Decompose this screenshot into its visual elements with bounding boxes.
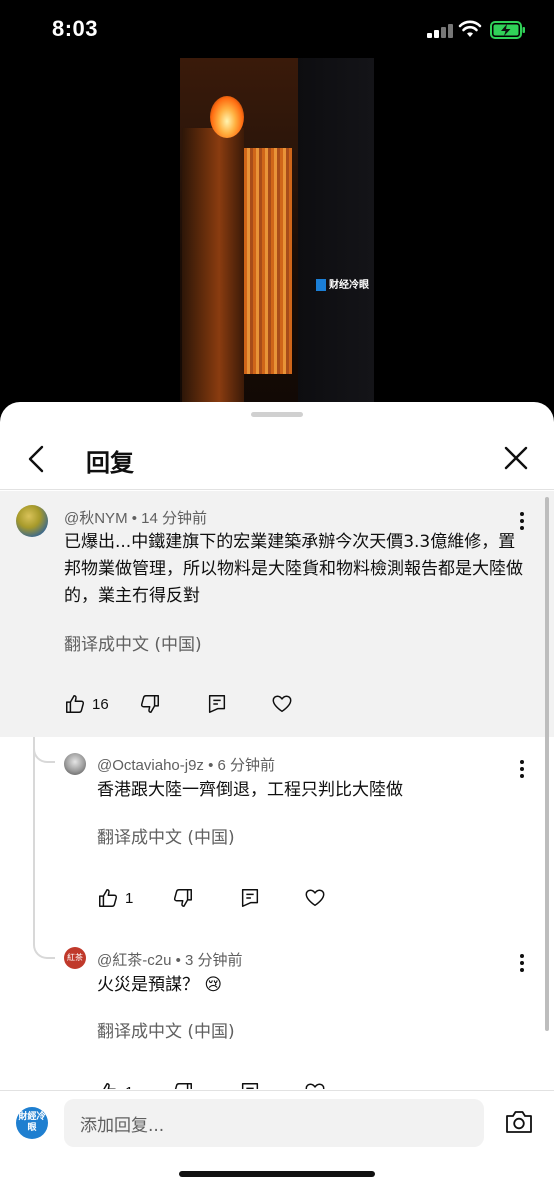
watermark-text: 财经冷眼 bbox=[329, 280, 369, 291]
translate-button[interactable]: 翻译成中文 (中国) bbox=[64, 630, 202, 655]
avatar-label: 紅茶 bbox=[67, 953, 83, 962]
scrollbar[interactable] bbox=[545, 497, 549, 1031]
reply-input-bar: 財經冷眼 添加回复... bbox=[0, 1090, 554, 1200]
avatar[interactable]: 紅茶 bbox=[64, 947, 86, 969]
comment-actions: 1 bbox=[97, 883, 337, 913]
reply-input[interactable]: 添加回复... bbox=[64, 1099, 484, 1147]
camera-button[interactable] bbox=[504, 1109, 534, 1135]
like-count: 1 bbox=[125, 1084, 133, 1090]
reply-comment: @Octaviaho-j9z • 6 分钟前 香港跟大陸一齊倒退，工程只判比大陸… bbox=[0, 737, 554, 933]
highlighted-comment: @秋NYM • 14 分钟前 已爆出...中鐵建旗下的宏業建築承辦今次天價3.3… bbox=[0, 491, 554, 737]
heart-button[interactable] bbox=[271, 689, 293, 719]
thumbs-up-icon bbox=[66, 695, 85, 713]
replies-sheet: 回复 @秋NYM • 14 分钟前 已爆出...中鐵建旗下的宏業建築承辦今次天價… bbox=[0, 402, 554, 1200]
page-title: 回复 bbox=[86, 449, 134, 477]
reply-button[interactable] bbox=[239, 1077, 261, 1089]
translate-button[interactable]: 翻译成中文 (中国) bbox=[97, 823, 235, 848]
translate-button[interactable]: 翻译成中文 (中国) bbox=[97, 1017, 235, 1042]
flame bbox=[210, 96, 244, 138]
like-count: 16 bbox=[92, 695, 109, 713]
thumbs-down-icon bbox=[174, 1083, 192, 1089]
close-button[interactable] bbox=[502, 444, 530, 472]
comment-list[interactable]: @秋NYM • 14 分钟前 已爆出...中鐵建旗下的宏業建築承辦今次天價3.3… bbox=[0, 491, 554, 1089]
reply-comment: 紅茶 @紅茶-c2u • 3 分钟前 火災是預謀？ 😢 翻译成中文 (中国) 1 bbox=[0, 933, 554, 1089]
dislike-button[interactable] bbox=[172, 1077, 194, 1089]
comment-actions: 1 bbox=[97, 1077, 337, 1089]
like-button[interactable]: 16 bbox=[64, 689, 109, 719]
comment-text: 火災是預謀？ 😢 bbox=[97, 975, 223, 995]
thumbs-up-icon bbox=[99, 889, 118, 907]
video-watermark: 财经冷眼 bbox=[316, 276, 369, 291]
comment-text: 已爆出...中鐵建旗下的宏業建築承辦今次天價3.3億維修，置邦物業做管理，所以物… bbox=[64, 532, 523, 606]
comment-meta: @紅茶-c2u • 3 分钟前 bbox=[97, 949, 243, 970]
user-avatar-label: 財經冷眼 bbox=[18, 1112, 46, 1133]
like-button[interactable]: 1 bbox=[97, 1077, 133, 1089]
comment-author[interactable]: @秋NYM bbox=[64, 510, 128, 527]
wifi-icon bbox=[458, 20, 482, 37]
heart-icon bbox=[272, 695, 292, 713]
meta-separator: • bbox=[208, 757, 218, 774]
burning-building bbox=[182, 128, 244, 402]
drag-handle[interactable] bbox=[251, 412, 303, 417]
video-player[interactable]: 财经冷眼 bbox=[0, 58, 554, 402]
status-time: 8:03 bbox=[52, 16, 99, 41]
heart-icon bbox=[305, 889, 325, 907]
comment-author[interactable]: @Octaviaho-j9z bbox=[97, 757, 204, 774]
heart-button[interactable] bbox=[304, 1077, 326, 1089]
thumbs-down-icon bbox=[140, 695, 159, 713]
comment-time: 6 分钟前 bbox=[217, 757, 276, 774]
cellular-signal-icon bbox=[427, 22, 453, 38]
replies-header: 回复 bbox=[0, 424, 554, 490]
comment-meta: @秋NYM • 14 分钟前 bbox=[64, 507, 207, 528]
back-button[interactable] bbox=[24, 442, 52, 476]
watermark-logo-icon bbox=[316, 279, 326, 291]
reply-button[interactable] bbox=[239, 883, 261, 913]
user-avatar[interactable]: 財經冷眼 bbox=[16, 1107, 48, 1139]
reply-button[interactable] bbox=[206, 689, 228, 719]
avatar[interactable] bbox=[64, 753, 86, 775]
comment-actions: 16 bbox=[64, 689, 304, 719]
status-bar: 8:03 bbox=[0, 0, 554, 60]
battery-charging-icon bbox=[490, 21, 525, 39]
dislike-button[interactable] bbox=[172, 883, 194, 913]
meta-separator: • bbox=[175, 952, 186, 969]
thumbs-up-icon bbox=[103, 1083, 116, 1089]
comment-meta: @Octaviaho-j9z • 6 分钟前 bbox=[97, 754, 275, 775]
like-button[interactable]: 1 bbox=[97, 883, 133, 913]
dislike-button[interactable] bbox=[139, 689, 161, 719]
reply-comment-icon bbox=[241, 889, 259, 907]
thumbs-down-icon bbox=[173, 889, 192, 907]
comment-time: 14 分钟前 bbox=[141, 510, 208, 527]
scaffolding-fire bbox=[244, 148, 292, 374]
home-indicator[interactable] bbox=[179, 1171, 375, 1177]
reply-comment-icon bbox=[241, 1083, 259, 1089]
heart-button[interactable] bbox=[304, 883, 326, 913]
reply-comment-icon bbox=[208, 695, 226, 713]
like-count: 1 bbox=[125, 889, 134, 907]
meta-separator: • bbox=[131, 510, 142, 527]
comment-time: 3 分钟前 bbox=[185, 952, 243, 969]
heart-icon bbox=[305, 1083, 325, 1089]
comment-text: 香港跟大陸一齊倒退，工程只判比大陸做 bbox=[97, 780, 403, 800]
adjacent-building bbox=[298, 58, 374, 402]
video-frame: 财经冷眼 bbox=[180, 58, 374, 402]
comment-author[interactable]: @紅茶-c2u bbox=[97, 952, 171, 969]
avatar[interactable] bbox=[16, 505, 48, 537]
reply-input-placeholder: 添加回复... bbox=[80, 1115, 165, 1136]
